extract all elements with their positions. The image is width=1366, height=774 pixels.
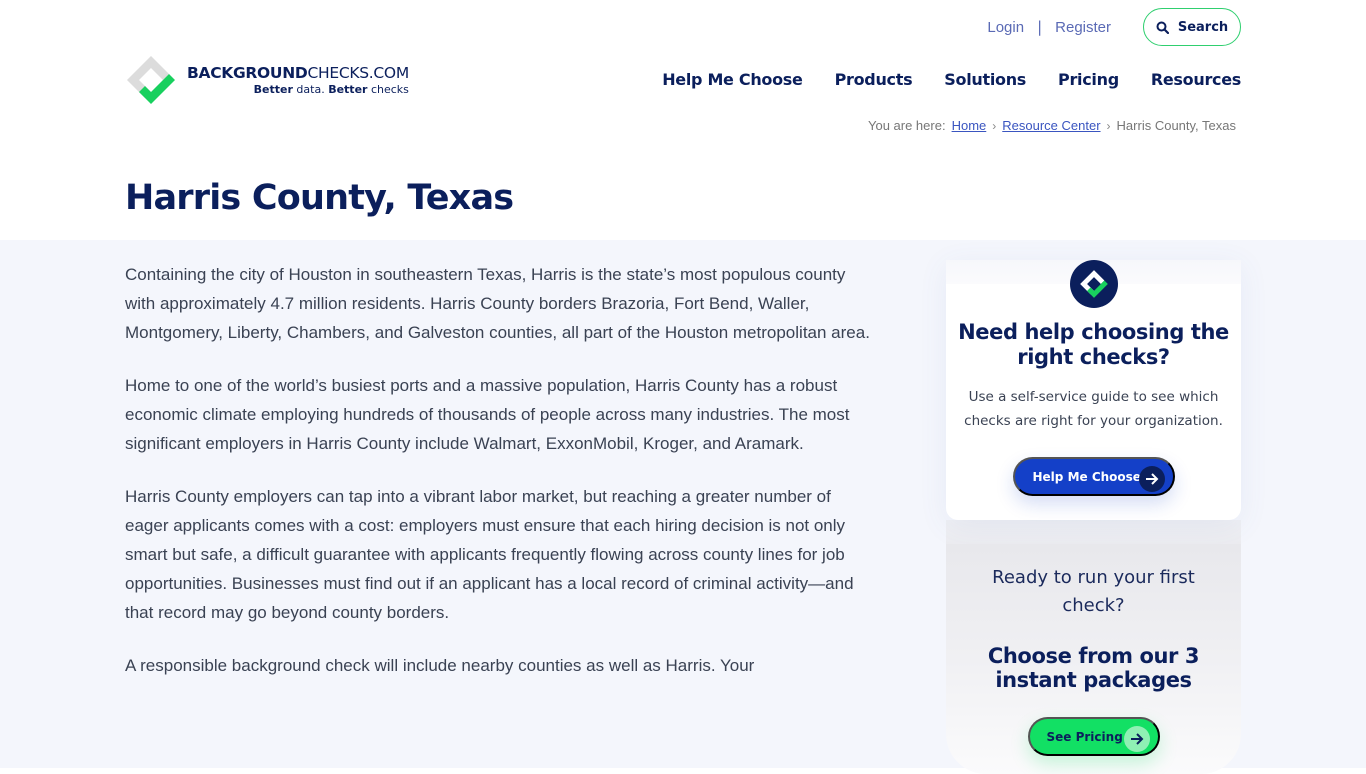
pricing-card-question: Ready to run your first check? <box>992 567 1195 616</box>
breadcrumb-separator: › <box>992 118 997 133</box>
site-header: BACKGROUNDCHECKS.COM Better data. Better… <box>0 0 1366 240</box>
breadcrumb-resource-center[interactable]: Resource Center <box>1002 118 1100 133</box>
see-pricing-label: See Pricing <box>1046 729 1123 744</box>
account-links: Login | Register Search <box>987 8 1241 46</box>
brand-check-icon <box>1069 260 1118 308</box>
nav-help-me-choose[interactable]: Help Me Choose <box>662 70 803 89</box>
register-link[interactable]: Register <box>1055 19 1111 36</box>
login-link[interactable]: Login <box>987 19 1024 36</box>
help-me-choose-button[interactable]: Help Me Choose <box>1012 457 1175 496</box>
breadcrumb: You are here: Home › Resource Center › H… <box>868 118 1236 133</box>
pricing-card-title: Choose from our 3 instant packages <box>987 644 1200 692</box>
help-card-text: Use a self-service guide to see which ch… <box>964 389 1223 429</box>
nav-pricing[interactable]: Pricing <box>1058 70 1119 89</box>
card-divider <box>946 520 1241 544</box>
search-button[interactable]: Search <box>1143 8 1241 46</box>
help-me-choose-label: Help Me Choose <box>1032 469 1141 484</box>
nav-products[interactable]: Products <box>835 70 913 89</box>
link-separator: | <box>1037 18 1043 36</box>
breadcrumb-home[interactable]: Home <box>952 118 987 133</box>
nav-solutions[interactable]: Solutions <box>944 70 1026 89</box>
breadcrumb-current: Harris County, Texas <box>1116 118 1236 133</box>
logo-check-icon <box>125 54 177 106</box>
main-content: Containing the city of Houston in southe… <box>0 240 1366 774</box>
article-paragraph: A responsible background check will incl… <box>125 656 755 675</box>
search-icon <box>1156 21 1169 34</box>
arrow-right-icon <box>1138 466 1165 492</box>
brand-logo[interactable]: BACKGROUNDCHECKS.COM Better data. Better… <box>125 54 409 106</box>
article-paragraph: Home to one of the world’s busiest ports… <box>125 376 850 453</box>
article-paragraph: Harris County employers can tap into a v… <box>125 487 854 622</box>
brand-name: BACKGROUNDCHECKS.COM <box>187 64 409 82</box>
pricing-card: Ready to run your first check? Choose fr… <box>946 544 1241 774</box>
brand-tagline: Better data. Better checks <box>253 83 409 96</box>
arrow-right-icon <box>1123 726 1150 752</box>
nav-resources[interactable]: Resources <box>1151 70 1241 89</box>
page-title: Harris County, Texas <box>125 178 514 218</box>
help-choose-card: Need help choosing the right checks? Use… <box>946 260 1241 520</box>
breadcrumb-separator: › <box>1106 118 1111 133</box>
see-pricing-button[interactable]: See Pricing <box>1027 717 1160 756</box>
breadcrumb-label: You are here: <box>867 118 946 133</box>
main-nav: Help Me Choose Products Solutions Pricin… <box>662 70 1241 89</box>
sidebar: Need help choosing the right checks? Use… <box>946 260 1241 774</box>
article-body: Containing the city of Houston in southe… <box>125 260 875 704</box>
search-label: Search <box>1177 19 1229 35</box>
article-paragraph: Containing the city of Houston in southe… <box>125 265 870 342</box>
help-card-title: Need help choosing the right checks? <box>958 320 1229 369</box>
